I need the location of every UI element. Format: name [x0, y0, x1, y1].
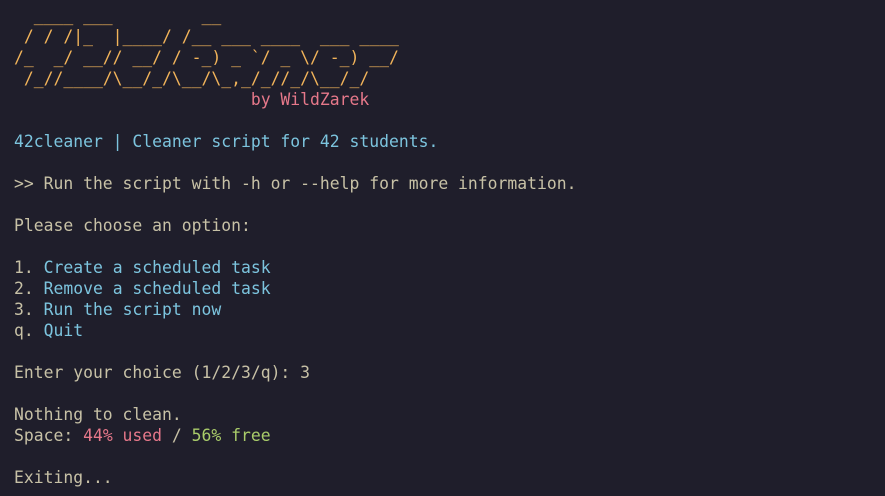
banner-line: /_ _/ __// __/ / -_) _ `/ _ \/ -_) __/	[14, 48, 399, 67]
menu-options: 1. Create a scheduled task 2. Remove a s…	[14, 257, 885, 341]
choice-line: Enter your choice (1/2/3/q): 3	[14, 362, 885, 383]
choice-prompt: Enter your choice (1/2/3/q):	[14, 363, 301, 382]
menu-option-key: 1.	[14, 258, 34, 277]
menu-option-key: q.	[14, 321, 34, 340]
ascii-banner: ____ ___ __ / / /|_ |____/ /__ ___ ____ …	[14, 5, 885, 110]
menu-option-create-task[interactable]: 1. Create a scheduled task	[14, 257, 885, 278]
menu-option-label: Create a scheduled task	[43, 258, 271, 277]
menu-option-label: Quit	[43, 321, 84, 340]
banner-line: /_//____/\__/_/\__/\_,_/_//_/\__/_/	[14, 69, 370, 88]
banner-line: ____ ___ __	[14, 6, 222, 25]
space-label: Space:	[14, 426, 84, 445]
choice-input[interactable]: 3	[300, 363, 310, 382]
banner-author: by WildZarek	[14, 90, 370, 109]
menu-option-run-now[interactable]: 3. Run the script now	[14, 299, 885, 320]
terminal-window[interactable]: ____ ___ __ / / /|_ |____/ /__ ___ ____ …	[0, 0, 885, 496]
menu-option-label: Run the script now	[43, 300, 222, 319]
menu-option-key: 2.	[14, 279, 34, 298]
menu-option-key: 3.	[14, 300, 34, 319]
space-separator: /	[162, 426, 192, 445]
space-used: 44% used	[83, 426, 163, 445]
help-hint: >> Run the script with -h or --help for …	[14, 174, 577, 193]
banner-line: / / /|_ |____/ /__ ___ ____ ___ ____	[14, 27, 399, 46]
menu-option-quit[interactable]: q. Quit	[14, 320, 885, 341]
clean-result-message: Nothing to clean.	[14, 405, 182, 424]
menu-option-remove-task[interactable]: 2. Remove a scheduled task	[14, 278, 885, 299]
menu-option-label: Remove a scheduled task	[43, 279, 271, 298]
menu-prompt: Please choose an option:	[14, 216, 251, 235]
exit-message: Exiting...	[14, 468, 113, 487]
space-free: 56% free	[191, 426, 271, 445]
script-title: 42cleaner | Cleaner script for 42 studen…	[14, 132, 439, 151]
space-usage-line: Space: 44% used / 56% free	[14, 425, 885, 446]
